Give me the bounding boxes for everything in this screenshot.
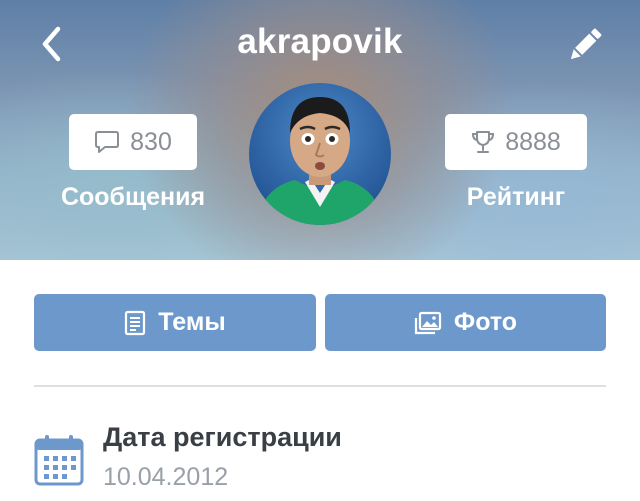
- speech-bubble-icon: [95, 131, 120, 153]
- profile-header: akrapovik 830 Сообщения 8888 Рейтинг: [0, 0, 640, 260]
- rating-count-box[interactable]: 8888: [445, 114, 587, 170]
- photos-label: Фото: [453, 308, 518, 336]
- calendar-icon: [34, 435, 84, 486]
- document-icon: [125, 310, 146, 335]
- topics-button[interactable]: Темы: [34, 294, 316, 351]
- trophy-icon: [472, 131, 495, 153]
- topics-label: Темы: [158, 308, 226, 336]
- avatar-photo: [249, 83, 391, 225]
- registration-date-label: Дата регистрации: [103, 422, 342, 452]
- profile-username: akrapovik: [237, 22, 403, 61]
- edit-profile-button[interactable]: [562, 22, 608, 68]
- photos-button[interactable]: Фото: [325, 294, 606, 351]
- profile-tabs: Темы Фото: [34, 294, 606, 351]
- divider: [34, 385, 606, 387]
- messages-count-box[interactable]: 830: [69, 114, 197, 170]
- photo-icon: [414, 311, 442, 334]
- messages-count: 830: [130, 127, 172, 156]
- rating-label: Рейтинг: [466, 183, 566, 211]
- registration-date-value: 10.04.2012: [103, 463, 229, 491]
- pencil-icon: [570, 28, 602, 60]
- messages-label: Сообщения: [60, 183, 206, 211]
- rating-count: 8888: [505, 127, 561, 156]
- avatar[interactable]: [249, 83, 391, 225]
